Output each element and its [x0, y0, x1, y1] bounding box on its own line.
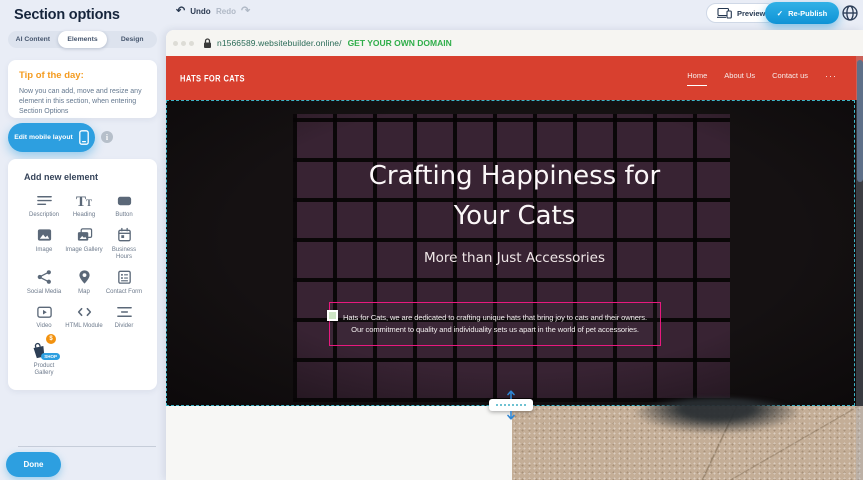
next-section-background — [166, 406, 512, 480]
nav-home[interactable]: Home — [687, 71, 707, 86]
product-gallery-shop-badge: SHOP — [41, 353, 60, 360]
republish-label: Re-Publish — [788, 9, 827, 18]
element-business-hours[interactable]: Business Hours — [104, 227, 144, 262]
social-media-icon — [36, 269, 53, 286]
redo-button[interactable]: Redo ↷ — [216, 6, 250, 17]
description-icon — [36, 192, 53, 209]
site-nav: Home About Us Contact us ··· — [687, 71, 837, 86]
nav-about-us[interactable]: About Us — [724, 71, 755, 86]
add-new-element-panel: Add new element Description T T Heading — [8, 159, 157, 390]
republish-button[interactable]: ✓ Re-Publish — [765, 2, 839, 24]
nav-contact-us[interactable]: Contact us — [772, 71, 808, 86]
divider-icon — [116, 303, 133, 320]
resize-grip[interactable] — [489, 399, 533, 411]
info-icon[interactable]: i — [101, 131, 113, 143]
element-product-gallery[interactable]: $ SHOP Product Gallery — [24, 338, 64, 378]
tab-ai-content[interactable]: AI Content — [8, 31, 58, 48]
section-resize-handle[interactable] — [489, 390, 533, 420]
hero-subheading[interactable]: More than Just Accessories — [166, 250, 863, 266]
get-domain-link[interactable]: GET YOUR OWN DOMAIN — [348, 38, 452, 48]
hero-body-text: Hats for Cats, we are dedicated to craft… — [337, 312, 653, 336]
preview-scrollbar[interactable] — [856, 56, 863, 480]
element-map[interactable]: Map — [64, 269, 104, 297]
element-image[interactable]: Image — [24, 227, 64, 262]
redo-label: Redo — [216, 7, 236, 16]
sidebar-tab-bar: AI Content Elements Design — [8, 31, 157, 48]
tip-title: Tip of the day: — [19, 70, 146, 81]
scrollbar-thumb[interactable] — [857, 60, 863, 182]
element-description[interactable]: Description — [24, 192, 64, 220]
element-html-module[interactable]: HTML Module — [64, 303, 104, 331]
edit-mobile-label: Edit mobile layout — [14, 134, 73, 141]
svg-text:T: T — [86, 198, 92, 208]
tip-of-the-day-card: Tip of the day: Now you can add, move an… — [8, 60, 157, 118]
video-icon — [36, 303, 53, 320]
hero-heading[interactable]: Crafting Happiness for Your Cats — [166, 156, 863, 237]
heading-icon: T T — [75, 192, 93, 209]
browser-dot — [173, 41, 178, 46]
product-gallery-icon: $ SHOP — [30, 338, 58, 360]
hero-section[interactable]: Crafting Happiness for Your Cats More th… — [166, 100, 863, 406]
site-url: n1566589.websitebuilder.online/ — [217, 38, 342, 48]
done-button[interactable]: Done — [6, 452, 61, 477]
map-icon — [76, 269, 93, 286]
browser-dot — [189, 41, 194, 46]
browser-dot — [181, 41, 186, 46]
undo-icon: ↶ — [176, 6, 185, 17]
image-icon — [36, 227, 53, 244]
element-video[interactable]: Video — [24, 303, 64, 331]
svg-text:T: T — [76, 194, 86, 209]
undo-label: Undo — [190, 7, 210, 16]
element-grid: Description T T Heading Button — [24, 192, 157, 378]
phone-icon — [79, 130, 89, 145]
element-button[interactable]: Button — [104, 192, 144, 220]
browser-address-bar: n1566589.websitebuilder.online/ GET YOUR… — [166, 30, 863, 56]
add-element-title: Add new element — [24, 172, 157, 182]
redo-icon: ↷ — [241, 6, 250, 17]
cat-shadow-shape — [632, 398, 802, 434]
element-social-media[interactable]: Social Media — [24, 269, 64, 297]
element-image-gallery[interactable]: Image Gallery — [64, 227, 104, 262]
html-module-icon — [76, 303, 93, 320]
tab-elements[interactable]: Elements — [58, 31, 108, 48]
edit-mobile-layout-button[interactable]: Edit mobile layout — [8, 123, 95, 152]
page-title: Section options — [14, 7, 120, 23]
contact-form-icon — [116, 269, 133, 286]
element-contact-form[interactable]: Contact Form — [104, 269, 144, 297]
selection-handle[interactable] — [327, 310, 338, 321]
image-gallery-icon — [76, 227, 93, 244]
hero-text-element-selected[interactable]: Hats for Cats, we are dedicated to craft… — [329, 302, 661, 346]
check-icon: ✓ — [777, 9, 783, 18]
button-icon — [116, 192, 133, 209]
tip-body: Now you can add, move and resize any ele… — [19, 87, 146, 117]
tab-design[interactable]: Design — [107, 31, 157, 48]
element-divider[interactable]: Divider — [104, 303, 144, 331]
element-heading[interactable]: T T Heading — [64, 192, 104, 220]
site-header: HATS FOR CATS Home About Us Contact us ·… — [166, 56, 863, 100]
preview-label: Preview — [737, 9, 765, 18]
product-gallery-dollar-badge: $ — [46, 334, 56, 344]
business-hours-icon — [116, 227, 133, 244]
site-logo[interactable]: HATS FOR CATS — [180, 72, 245, 83]
sidebar-divider — [18, 446, 156, 447]
undo-button[interactable]: ↶ Undo — [176, 6, 211, 17]
nav-more-icon[interactable]: ··· — [825, 71, 837, 85]
lock-icon — [203, 38, 212, 49]
language-globe-icon[interactable] — [841, 4, 859, 22]
site-preview-window: n1566589.websitebuilder.online/ GET YOUR… — [166, 30, 863, 480]
devices-icon — [717, 7, 732, 19]
next-section-image[interactable] — [512, 406, 863, 480]
